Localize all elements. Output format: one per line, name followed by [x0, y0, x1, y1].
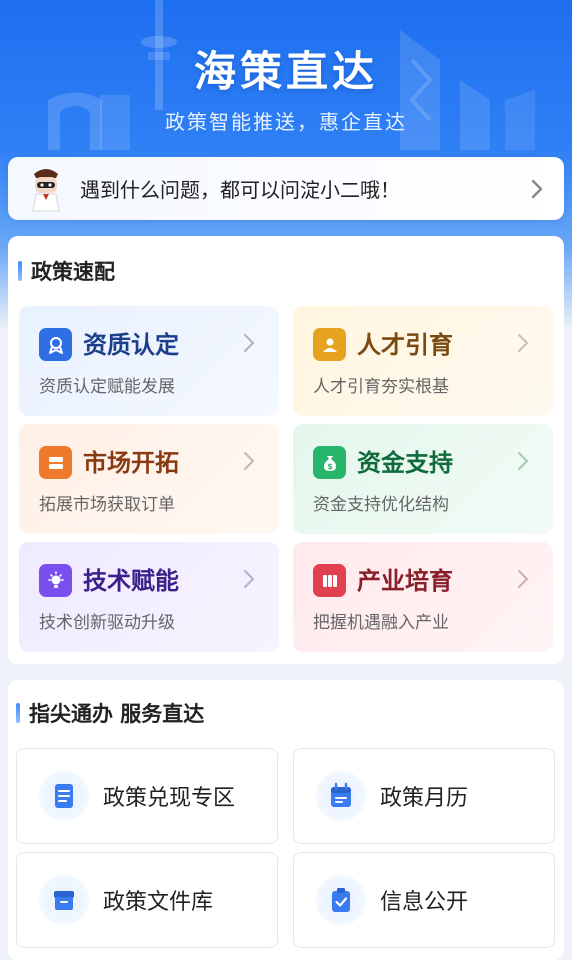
policy-match-card: 政策速配 资质认定 资质认定赋能发展 人才引育 人才引育夯实根基 市场开拓 拓展…	[8, 236, 564, 664]
policy-item-technology[interactable]: 技术赋能 技术创新驱动升级	[19, 542, 279, 652]
section-title-text: 政策速配	[31, 260, 115, 284]
policy-item-desc: 把握机遇融入产业	[313, 613, 449, 633]
policy-item-title: 市场开拓	[83, 449, 179, 477]
service-label: 政策文件库	[103, 890, 214, 915]
chevron-right-icon	[518, 334, 529, 352]
policy-item-title: 资质认定	[83, 331, 179, 359]
chevron-right-icon	[518, 452, 529, 470]
calendar-icon	[316, 771, 366, 821]
service-policy-calendar[interactable]: 政策月历	[293, 748, 555, 844]
assistant-prompt-text: 遇到什么问题，都可以问淀小二哦！	[80, 178, 400, 202]
service-label: 信息公开	[380, 890, 469, 915]
section-accent-bar	[16, 703, 20, 723]
service-label: 政策兑现专区	[103, 786, 236, 811]
chevron-right-icon	[244, 334, 255, 352]
clipboard-check-icon	[316, 875, 366, 925]
robot-avatar-icon	[32, 168, 60, 211]
policy-item-industry[interactable]: 产业培育 把握机遇融入产业	[293, 542, 553, 652]
svg-text:$: $	[327, 462, 333, 471]
lightbulb-icon	[39, 564, 72, 597]
policy-match-title: 政策速配	[18, 256, 115, 286]
policy-item-title: 技术赋能	[83, 567, 179, 595]
document-icon	[39, 771, 89, 821]
service-label: 政策月历	[380, 786, 469, 811]
policy-item-funding[interactable]: $ 资金支持 资金支持优化结构	[293, 424, 553, 534]
services-title: 指尖通办 服务直达	[16, 698, 204, 728]
chevron-right-icon	[244, 452, 255, 470]
services-card: 指尖通办 服务直达 政策兑现专区 政策月历 政策文件库 信息公开	[8, 680, 564, 960]
chevron-right-icon	[518, 570, 529, 588]
chevron-right-icon	[531, 179, 543, 198]
archive-box-icon	[39, 875, 89, 925]
industry-icon	[313, 564, 346, 597]
app-subtitle: 政策智能推送，惠企直达	[165, 110, 407, 134]
policy-item-desc: 资金支持优化结构	[313, 495, 449, 515]
section-accent-bar	[18, 261, 22, 281]
policy-item-desc: 人才引育夯实根基	[313, 377, 449, 397]
certificate-icon	[39, 328, 72, 361]
money-bag-icon: $	[313, 446, 346, 479]
market-icon	[39, 446, 72, 479]
policy-item-desc: 资质认定赋能发展	[39, 377, 175, 397]
chevron-right-icon	[244, 570, 255, 588]
policy-item-talent[interactable]: 人才引育 人才引育夯实根基	[293, 306, 553, 416]
policy-item-qualification[interactable]: 资质认定 资质认定赋能发展	[19, 306, 279, 416]
service-info-disclosure[interactable]: 信息公开	[293, 852, 555, 948]
policy-item-title: 资金支持	[357, 449, 453, 477]
policy-item-market[interactable]: 市场开拓 拓展市场获取订单	[19, 424, 279, 534]
section-title-text: 指尖通办 服务直达	[29, 702, 205, 726]
service-policy-redemption[interactable]: 政策兑现专区	[16, 748, 278, 844]
policy-item-desc: 技术创新驱动升级	[39, 613, 175, 633]
policy-item-title: 产业培育	[357, 567, 453, 595]
policy-item-title: 人才引育	[357, 331, 453, 359]
service-policy-library[interactable]: 政策文件库	[16, 852, 278, 948]
assistant-prompt-bar[interactable]: 遇到什么问题，都可以问淀小二哦！	[8, 157, 564, 220]
talent-icon	[313, 328, 346, 361]
app-title: 海策直达	[193, 47, 378, 96]
policy-item-desc: 拓展市场获取订单	[39, 495, 175, 515]
